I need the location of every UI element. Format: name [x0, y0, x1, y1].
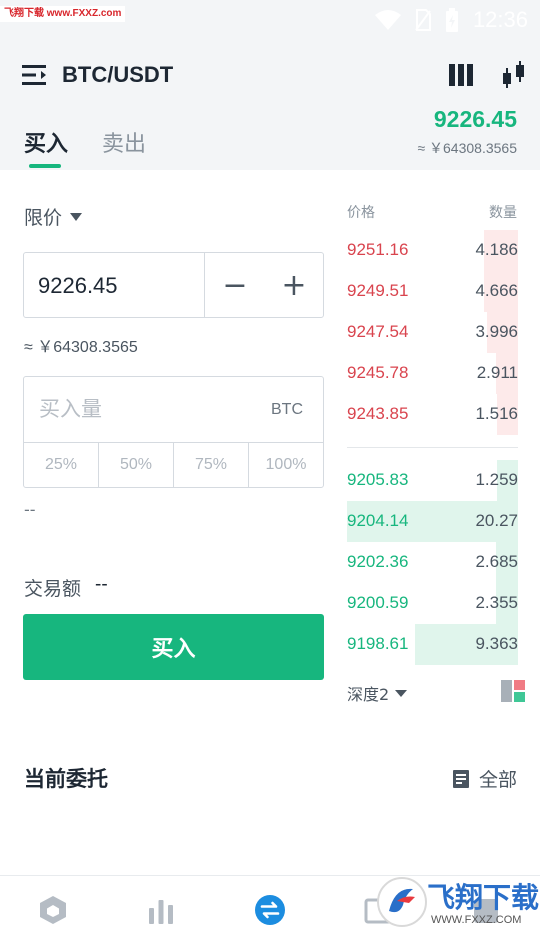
ask-price: 9247.54: [347, 322, 409, 341]
ask-qty: 4.666: [475, 281, 518, 300]
bid-qty: 2.685: [475, 552, 518, 571]
watermark-url: WWW.FXXZ.COM: [431, 914, 521, 926]
depth-label: 深度2: [347, 685, 390, 704]
watermark-text: 飞翔下载 www.FXXZ.com: [0, 6, 126, 22]
ask-qty: 1.516: [475, 404, 518, 423]
ask-row[interactable]: 9247.54 3.996: [347, 312, 518, 353]
nav-market[interactable]: [143, 894, 179, 926]
last-price: 9226.45: [433, 106, 517, 132]
market-icon: [149, 900, 173, 924]
tab-sell[interactable]: 卖出: [102, 126, 146, 158]
tab-buy[interactable]: 买入: [24, 126, 68, 158]
bid-row[interactable]: 9198.61 9.363: [347, 624, 518, 665]
caret-down-icon: [395, 689, 408, 697]
nav-trade[interactable]: [252, 894, 288, 926]
watermark-brand: 飞翔下载: [427, 882, 539, 913]
amount-field: BTC 25% 50% 75% 100%: [23, 376, 324, 488]
bid-qty: 1.259: [475, 470, 518, 489]
current-orders-title: 当前委托: [24, 767, 108, 791]
ask-row[interactable]: 9243.85 1.516: [347, 394, 518, 435]
trade-amount: 交易额 --: [24, 574, 108, 601]
divider: [204, 253, 205, 317]
tab-indicator: [29, 164, 61, 168]
ask-qty: 3.996: [475, 322, 518, 341]
decrease-price-button[interactable]: −: [220, 268, 250, 303]
wifi-icon: [374, 10, 401, 30]
last-price-cny: ≈ ￥64308.3565: [417, 140, 517, 156]
amount-unit: BTC: [271, 401, 303, 418]
price-field[interactable]: 9226.45 − +: [23, 252, 324, 318]
price-cny-estimate: ≈ ￥64308.3565: [24, 339, 138, 356]
bid-price: 9205.83: [347, 470, 409, 489]
ask-price: 9243.85: [347, 404, 409, 423]
battery-icon: [445, 8, 458, 32]
pct-25-button[interactable]: 25%: [24, 443, 98, 487]
orderbook-qty-header: 数量: [489, 205, 517, 221]
ask-row[interactable]: 9251.16 4.186: [347, 230, 518, 271]
price-value[interactable]: 9226.45: [38, 273, 118, 299]
amount-input[interactable]: [25, 378, 245, 440]
pct-100-button[interactable]: 100%: [248, 443, 323, 487]
trade-amount-label: 交易额: [24, 578, 82, 600]
nav-home[interactable]: [35, 894, 71, 926]
bid-row[interactable]: 9205.83 1.259: [347, 460, 518, 501]
increase-price-button[interactable]: +: [279, 268, 309, 303]
pct-75-button[interactable]: 75%: [173, 443, 248, 487]
all-orders-link[interactable]: 全部: [452, 765, 517, 792]
all-orders-label: 全部: [478, 769, 517, 791]
document-icon: [452, 769, 469, 788]
home-icon: [40, 896, 66, 924]
depth-select[interactable]: 深度2: [347, 681, 408, 705]
bid-row[interactable]: 9204.14 20.27: [347, 501, 518, 542]
orderbook-price-header: 价格: [347, 205, 375, 221]
orderbook-layout-icon[interactable]: [501, 680, 525, 702]
bid-price: 9198.61: [347, 634, 409, 653]
order-type-label: 限价: [24, 207, 63, 229]
sim-icon: [415, 9, 431, 31]
caret-down-icon: [70, 212, 83, 221]
ask-row[interactable]: 9249.51 4.666: [347, 271, 518, 312]
ask-price: 9249.51: [347, 281, 409, 300]
bid-price: 9202.36: [347, 552, 409, 571]
ask-qty: 2.911: [476, 363, 518, 382]
orderbook-separator: [347, 447, 518, 448]
bid-qty: 9.363: [475, 634, 518, 653]
trade-amount-value: --: [95, 574, 108, 595]
percentage-selector: 25% 50% 75% 100%: [24, 442, 323, 487]
ask-qty: 4.186: [475, 240, 518, 259]
pair-title[interactable]: BTC/USDT: [62, 62, 173, 88]
trade-header: BTC/USDT 买入 卖出 9226.45 ≈ ￥64308.3565: [0, 40, 540, 170]
ask-row[interactable]: 9245.78 2.911: [347, 353, 518, 394]
bid-row[interactable]: 9200.59 2.355: [347, 583, 518, 624]
system-icons: 12:36: [374, 6, 528, 34]
pct-50-button[interactable]: 50%: [98, 443, 173, 487]
buy-button[interactable]: 买入: [23, 614, 324, 680]
ask-price: 9251.16: [347, 240, 409, 259]
available-balance: --: [24, 500, 36, 519]
bid-price: 9200.59: [347, 593, 409, 612]
order-type-select[interactable]: 限价: [24, 203, 83, 230]
ask-price: 9245.78: [347, 363, 409, 382]
bid-row[interactable]: 9202.36 2.685: [347, 542, 518, 583]
trade-icon: [255, 895, 285, 925]
grid-icon[interactable]: [449, 64, 473, 86]
menu-icon[interactable]: [22, 64, 48, 86]
bid-qty: 2.355: [475, 593, 518, 612]
candlestick-icon[interactable]: [501, 60, 527, 90]
watermark-logo: 飞翔下载 WWW.FXXZ.COM: [377, 877, 539, 927]
bid-price: 9204.14: [347, 511, 409, 530]
bid-qty: 20.27: [475, 511, 518, 530]
status-bar: 飞翔下载 www.FXXZ.com 12:36: [0, 0, 540, 40]
clock: 12:36: [472, 7, 528, 32]
